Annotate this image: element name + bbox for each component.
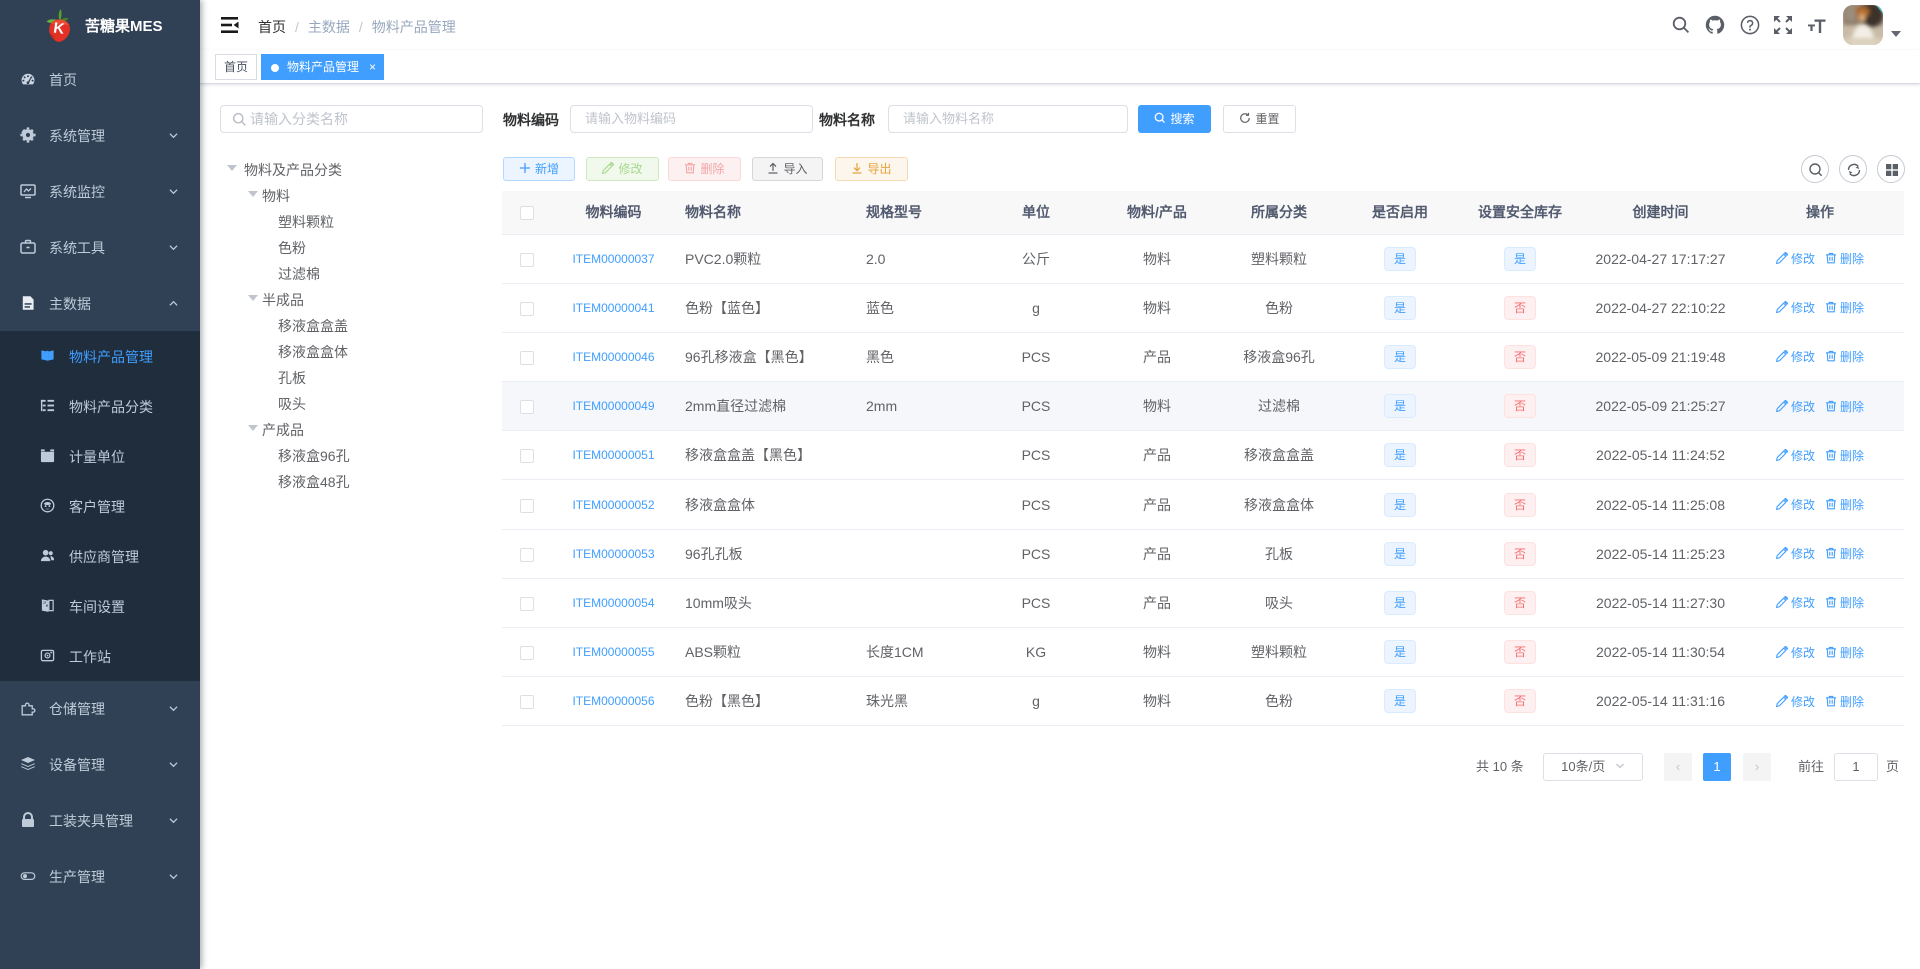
svg-text:2F: 2F [43, 601, 47, 605]
